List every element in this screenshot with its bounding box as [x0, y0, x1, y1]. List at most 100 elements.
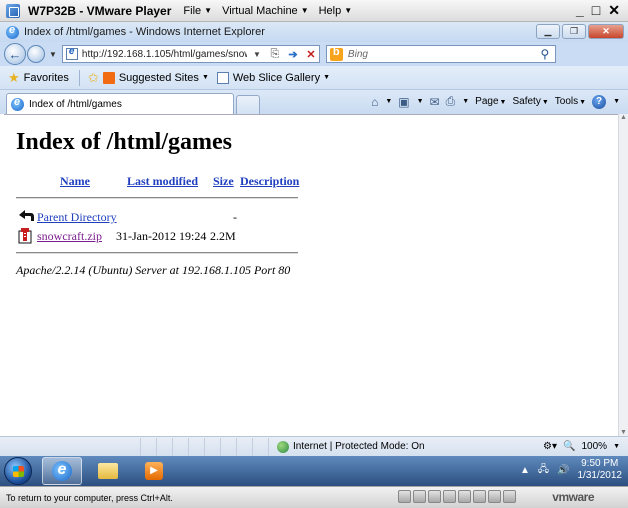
address-input[interactable]: http://192.168.1.105/html/games/snowcraf… [82, 49, 247, 60]
ie-window-title: Index of /html/games - Windows Internet … [24, 26, 265, 38]
back-arrow-icon: ← [8, 46, 22, 62]
floppy-icon[interactable] [428, 490, 441, 503]
ie-restore-button[interactable]: ❐ [562, 24, 586, 39]
chevron-down-icon[interactable]: ▼ [462, 98, 469, 105]
forward-button[interactable] [27, 45, 45, 63]
chevron-down-icon[interactable]: ▼ [385, 98, 392, 105]
scroll-down-icon[interactable]: ▼ [619, 429, 628, 436]
column-header-size[interactable]: Size [213, 174, 234, 189]
cd-drive-icon[interactable] [413, 490, 426, 503]
new-tab-button[interactable] [236, 95, 260, 114]
usb-icon[interactable] [458, 490, 471, 503]
tab-bar: Index of /html/games ⌂ ▼ ▣ ▼ ✉ ⎙ ▼ Page▼ Sa… [0, 90, 628, 114]
chevron-down-icon: ▼ [204, 6, 213, 15]
ie-status-bar: Internet | Protected Mode: On ⚙▾ 🔍 100% … [0, 436, 628, 456]
page-menu-button[interactable]: Page▼ [475, 96, 506, 107]
ie-window-controls: ▁ ❐ ✕ [536, 24, 624, 39]
chevron-down-icon[interactable]: ▼ [613, 443, 620, 450]
suggested-sites-button[interactable]: Suggested Sites ▼ [102, 71, 209, 84]
minimize-icon[interactable]: _ [576, 2, 584, 19]
vertical-scrollbar[interactable]: ▲ ▼ [618, 114, 628, 436]
archive-icon [18, 228, 32, 244]
tab-page-icon [11, 96, 24, 111]
network-adapter-icon[interactable] [443, 490, 456, 503]
row-size: - [233, 210, 237, 224]
favorites-star-icon[interactable]: ★ [8, 70, 20, 86]
show-hidden-icons-icon[interactable]: ▲ [520, 465, 530, 476]
read-mail-icon[interactable]: ✉ [430, 95, 440, 109]
vmware-window-title: W7P32B - VMware Player [28, 3, 172, 18]
page-title: Index of /html/games [16, 129, 232, 155]
bing-icon [329, 46, 343, 61]
print-icon[interactable]: ⎙ [446, 94, 456, 109]
chevron-down-icon: ▼ [201, 74, 209, 81]
chevron-down-icon[interactable]: ▼ [613, 98, 620, 105]
protected-mode-icon[interactable]: ⚙▾ [543, 441, 557, 452]
favorites-bar: ★ Favorites ✩ Suggested Sites ▼ Web Slic… [0, 66, 628, 90]
help-icon[interactable]: ? [592, 94, 607, 109]
chevron-down-icon[interactable]: ▼ [417, 98, 424, 105]
system-tray: ▲ 🖧 🔊 9:50 PM 1/31/2012 [520, 458, 622, 482]
vmware-window-controls: _ □ ✕ [576, 2, 620, 19]
address-toolbar: ← ▼ http://192.168.1.105/html/games/snow… [0, 42, 628, 66]
back-button[interactable]: ← [4, 43, 26, 65]
snowcraft-zip-link[interactable]: snowcraft.zip [37, 229, 102, 244]
vmware-menu-help[interactable]: Help ▼ [319, 5, 353, 17]
taskbar-windows-explorer[interactable] [88, 457, 128, 485]
sound-icon[interactable] [473, 490, 486, 503]
zoom-icon[interactable]: 🔍 [563, 441, 575, 452]
suggested-sites-icon [102, 71, 115, 84]
windows-taskbar: e ▶ ▲ 🖧 🔊 9:50 PM 1/31/2012 [0, 456, 628, 486]
safety-menu-button[interactable]: Safety▼ [512, 96, 548, 107]
add-to-favorites-icon[interactable]: ✩ [88, 70, 99, 86]
compatibility-view-icon[interactable]: ⎘ [267, 46, 283, 62]
printer-icon[interactable] [488, 490, 501, 503]
feeds-icon[interactable]: ▣ [398, 95, 409, 109]
tab-index-of-games[interactable]: Index of /html/games [6, 93, 234, 114]
vmware-devices [398, 490, 516, 503]
hard-disk-icon[interactable] [398, 490, 411, 503]
server-signature: Apache/2.2.14 (Ubuntu) Server at 192.168… [16, 263, 291, 277]
ie-minimize-button[interactable]: ▁ [536, 24, 560, 39]
search-icon[interactable]: ⚲ [535, 47, 555, 61]
folder-icon [98, 463, 118, 479]
scroll-up-icon[interactable]: ▲ [619, 114, 628, 121]
vmware-brand-logo: vmware [552, 490, 594, 504]
column-header-last-modified[interactable]: Last modified [127, 174, 198, 189]
stop-button[interactable]: ✕ [303, 46, 319, 62]
web-slice-gallery-button[interactable]: Web Slice Gallery ▼ [216, 71, 330, 84]
favorites-button[interactable]: Favorites [24, 72, 69, 84]
address-bar[interactable]: http://192.168.1.105/html/games/snowcraf… [61, 45, 320, 63]
vmware-menu-file[interactable]: File ▼ [183, 5, 212, 17]
go-button[interactable]: ➔ [285, 46, 301, 62]
parent-directory-link[interactable]: Parent Directory [37, 210, 117, 225]
maximize-icon[interactable]: □ [592, 2, 600, 19]
recent-pages-dropdown[interactable]: ▼ [49, 50, 57, 59]
start-button[interactable] [4, 457, 32, 485]
ie-close-button[interactable]: ✕ [588, 24, 624, 39]
chevron-down-icon: ▼ [300, 6, 309, 15]
volume-icon[interactable]: 🔊 [557, 465, 569, 476]
home-icon[interactable]: ⌂ [371, 95, 378, 109]
taskbar-media-player[interactable]: ▶ [134, 457, 174, 485]
search-bar[interactable]: Bing ⚲ [325, 45, 556, 63]
divider [16, 197, 298, 199]
clock-date: 1/31/2012 [577, 470, 623, 481]
back-icon [19, 210, 34, 221]
tools-menu-button[interactable]: Tools▼ [555, 96, 586, 107]
vmware-logo-icon [6, 3, 20, 18]
vmware-status-bar: To return to your computer, press Ctrl+A… [0, 486, 628, 508]
search-input[interactable]: Bing [348, 49, 535, 60]
clock[interactable]: 9:50 PM 1/31/2012 [578, 458, 623, 482]
page-icon [65, 46, 78, 60]
column-header-name[interactable]: Name [60, 174, 90, 189]
column-header-description[interactable]: Description [240, 174, 299, 189]
taskbar-internet-explorer[interactable]: e [42, 457, 82, 485]
zoom-level[interactable]: 100% [581, 441, 607, 452]
vmware-menu-virtual-machine[interactable]: Virtual Machine ▼ [222, 5, 309, 17]
close-icon[interactable]: ✕ [608, 2, 620, 19]
security-zone-status[interactable]: Internet | Protected Mode: On [293, 441, 425, 452]
display-icon[interactable] [503, 490, 516, 503]
network-icon[interactable]: 🖧 [538, 462, 549, 479]
address-dropdown-icon[interactable]: ▼ [249, 46, 265, 62]
